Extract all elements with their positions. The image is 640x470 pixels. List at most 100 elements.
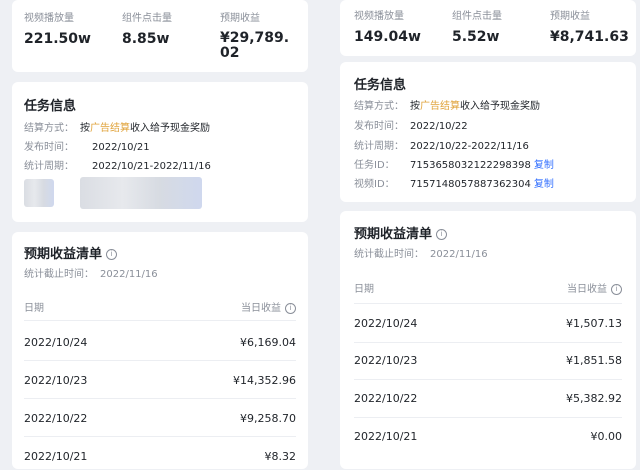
earnings-title-text: 预期收益清单 xyxy=(24,247,103,262)
deadline: 统计截止时间： 2022/11/16 xyxy=(354,245,488,260)
stat-label: 组件点击量 xyxy=(122,13,172,24)
divider xyxy=(24,320,296,321)
col-income: 当日收益 i xyxy=(241,299,296,314)
settlement-row: 结算方式： 按广告结算收入给予现金奖励 xyxy=(24,122,210,136)
deadline-label: 统计截止时间： xyxy=(24,269,94,280)
deadline-value: 2022/11/16 xyxy=(100,269,158,280)
row-date: 2022/10/21 xyxy=(354,430,418,443)
task-info-card: 任务信息 结算方式： 按广告结算收入给予现金奖励 发布时间： 2022/10/22 … xyxy=(340,62,636,202)
info-icon[interactable]: i xyxy=(106,249,118,260)
stat-views: 视频播放量 221.50w xyxy=(24,12,91,48)
deadline: 统计截止时间： 2022/11/16 xyxy=(24,265,158,280)
row-amount: ¥14,352.96 xyxy=(233,374,296,387)
row-amount: ¥1,507.13 xyxy=(566,317,622,330)
stats-card: 视频播放量 149.04w 组件点击量 5.52w 预期收益 ¥8,741.63 xyxy=(340,0,636,56)
row-amount: ¥6,169.04 xyxy=(240,336,296,349)
stat-value: ¥29,789. 02 xyxy=(220,31,289,61)
stat-clicks: 组件点击量 8.85w xyxy=(122,12,172,48)
task-id-row: 任务ID： 7153658032122298398 复制 xyxy=(354,159,554,173)
stat-value: ¥8,741.63 xyxy=(550,29,629,45)
table-row: 2022/10/24 ¥1,507.13 xyxy=(354,317,622,337)
task-info-card: 任务信息 结算方式： 按广告结算收入给予现金奖励 发布时间： 2022/10/21 … xyxy=(12,82,308,222)
col-income: 当日收益 i xyxy=(567,280,622,295)
divider xyxy=(354,417,622,418)
row-date: 2022/10/23 xyxy=(24,374,88,387)
publish-time-value: 2022/10/22 xyxy=(410,121,468,132)
stat-period-value: 2022/10/21-2022/11/16 xyxy=(92,161,211,172)
divider xyxy=(354,379,622,380)
row-date: 2022/10/22 xyxy=(354,392,418,405)
stat-revenue: 预期收益 ¥29,789. 02 xyxy=(220,12,289,61)
row-date: 2022/10/23 xyxy=(354,354,418,367)
col-date: 日期 xyxy=(354,284,374,295)
deadline-label: 统计截止时间： xyxy=(354,249,424,260)
col-date: 日期 xyxy=(24,303,44,314)
task-id-value: 7153658032122298398 xyxy=(410,160,531,171)
task-info-title: 任务信息 xyxy=(24,99,77,114)
video-id-row: 视频ID： 7157148057887362304 复制 xyxy=(354,178,554,192)
table-row: 2022/10/21 ¥0.00 xyxy=(354,430,622,450)
settlement-row: 结算方式： 按广告结算收入给予现金奖励 xyxy=(354,100,540,114)
stat-label: 组件点击量 xyxy=(452,11,502,22)
stat-period-label: 统计周期： xyxy=(354,141,404,152)
row-date: 2022/10/24 xyxy=(24,336,88,349)
info-icon[interactable]: i xyxy=(611,283,622,295)
row-amount: ¥1,851.58 xyxy=(566,354,622,367)
stat-value-line2: 02 xyxy=(220,45,240,61)
row-amount: ¥8.32 xyxy=(264,450,297,463)
settlement-prefix: 按 xyxy=(410,101,420,112)
task-id-label: 任务ID： xyxy=(354,160,395,171)
copy-video-id-button[interactable]: 复制 xyxy=(534,178,554,192)
row-amount: ¥5,382.92 xyxy=(566,392,622,405)
stat-value: 5.52w xyxy=(452,29,500,45)
divider xyxy=(24,398,296,399)
stat-period-value: 2022/10/22-2022/11/16 xyxy=(410,141,529,152)
info-icon[interactable]: i xyxy=(436,229,448,240)
table-row: 2022/10/24 ¥6,169.04 xyxy=(24,336,296,356)
earnings-title: 预期收益清单 i xyxy=(354,223,448,242)
publish-time-value: 2022/10/21 xyxy=(92,142,150,153)
stat-value: 221.50w xyxy=(24,31,91,47)
redacted-label xyxy=(24,179,54,207)
settlement-suffix: 收入给予现金奖励 xyxy=(460,101,540,112)
earnings-title: 预期收益清单 i xyxy=(24,243,118,262)
divider xyxy=(354,303,622,304)
stat-period-label: 统计周期： xyxy=(24,161,74,172)
stat-label: 预期收益 xyxy=(220,13,260,24)
earnings-card: 预期收益清单 i 统计截止时间： 2022/11/16 日期 当日收益 i 2022/… xyxy=(340,211,636,469)
copy-task-id-button[interactable]: 复制 xyxy=(534,159,554,173)
divider xyxy=(24,436,296,437)
settlement-label: 结算方式： xyxy=(354,101,404,112)
stat-clicks: 组件点击量 5.52w xyxy=(452,10,502,46)
stat-revenue: 预期收益 ¥8,741.63 xyxy=(550,10,629,46)
settlement-label: 结算方式： xyxy=(24,123,74,134)
earnings-title-text: 预期收益清单 xyxy=(354,227,433,242)
row-date: 2022/10/22 xyxy=(24,412,88,425)
stat-label: 预期收益 xyxy=(550,11,590,22)
divider xyxy=(24,360,296,361)
video-id-value: 7157148057887362304 xyxy=(410,179,531,190)
stat-value-line1: ¥29,789. xyxy=(220,30,290,46)
settlement-highlight: 广告结算 xyxy=(90,123,130,134)
divider xyxy=(354,342,622,343)
table-row: 2022/10/23 ¥1,851.58 xyxy=(354,354,622,374)
deadline-value: 2022/11/16 xyxy=(430,249,488,260)
redacted-value xyxy=(80,177,202,209)
info-icon[interactable]: i xyxy=(285,302,296,314)
earnings-card: 预期收益清单 i 统计截止时间： 2022/11/16 日期 当日收益 i 2022/… xyxy=(12,232,308,469)
stat-period-row: 统计周期： 2022/10/21-2022/11/16 xyxy=(24,160,211,174)
stat-label: 视频播放量 xyxy=(354,11,404,22)
publish-time-label: 发布时间： xyxy=(354,121,404,132)
publish-time-row: 发布时间： 2022/10/21 xyxy=(24,141,150,155)
settlement-suffix: 收入给予现金奖励 xyxy=(130,123,210,134)
col-income-label: 当日收益 xyxy=(567,284,607,295)
stat-views: 视频播放量 149.04w xyxy=(354,10,421,46)
table-row: 2022/10/21 ¥8.32 xyxy=(24,450,296,470)
settlement-highlight: 广告结算 xyxy=(420,101,460,112)
publish-time-label: 发布时间： xyxy=(24,142,74,153)
stat-value: 149.04w xyxy=(354,29,421,45)
row-date: 2022/10/24 xyxy=(354,317,418,330)
task-info-title: 任务信息 xyxy=(354,78,407,93)
row-amount: ¥9,258.70 xyxy=(240,412,296,425)
stat-period-row: 统计周期： 2022/10/22-2022/11/16 xyxy=(354,140,529,154)
